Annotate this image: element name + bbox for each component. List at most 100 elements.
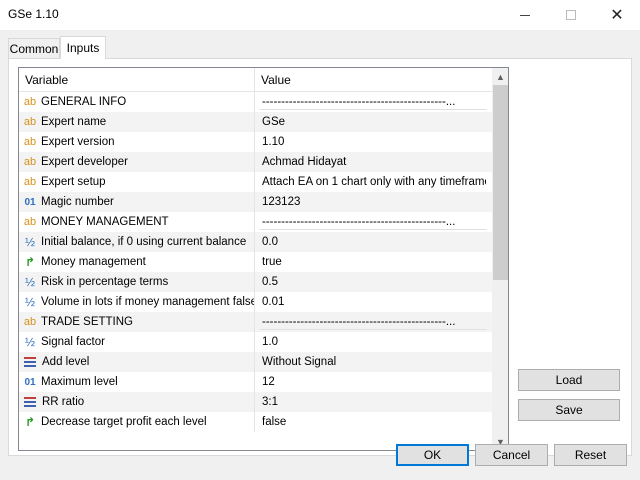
variable-label: Expert version	[41, 136, 115, 148]
scroll-thumb[interactable]	[493, 85, 508, 280]
reset-button[interactable]: Reset	[554, 444, 627, 466]
value-cell[interactable]: Without Signal	[255, 352, 492, 372]
value-text: 123123	[262, 196, 301, 208]
value-text: 1.10	[262, 136, 285, 148]
variable-cell: RR ratio	[19, 392, 255, 412]
variable-cell: ab Expert developer	[19, 152, 255, 172]
variable-label: Add level	[42, 356, 90, 368]
table-row[interactable]: ½ Initial balance, if 0 using current bal…	[19, 232, 492, 252]
variable-label: Expert setup	[41, 176, 106, 188]
close-button[interactable]: ✕	[594, 0, 640, 30]
value-text: 0.5	[262, 276, 278, 288]
value-text: Attach EA on 1 chart only with any timef…	[262, 176, 487, 188]
variable-cell: ab Expert version	[19, 132, 255, 152]
value-cell[interactable]: ----------------------------------------…	[255, 212, 492, 232]
table-row[interactable]: Add level Without Signal	[19, 352, 492, 372]
variable-cell: ab GENERAL INFO	[19, 92, 255, 112]
value-cell[interactable]: Attach EA on 1 chart only with any timef…	[255, 172, 492, 192]
minimize-icon	[520, 14, 530, 16]
tab-inputs-label: Inputs	[66, 41, 100, 55]
bool-type-icon: ↱	[24, 415, 36, 429]
variable-label: Maximum level	[41, 376, 118, 388]
string-type-icon: ab	[23, 156, 37, 168]
load-button[interactable]: Load	[518, 369, 620, 391]
save-button[interactable]: Save	[518, 399, 620, 421]
value-text: ----------------------------------------…	[259, 214, 487, 230]
chevron-up-icon: ▲	[496, 71, 505, 82]
vertical-scrollbar[interactable]: ▲ ▼	[492, 68, 508, 450]
variable-cell: ab Expert setup	[19, 172, 255, 192]
table-row[interactable]: 01 Maximum level 12	[19, 372, 492, 392]
value-text: 0.0	[262, 236, 278, 248]
table-row[interactable]: 01 Magic number 123123	[19, 192, 492, 212]
table-row[interactable]: ↱ Money management true	[19, 252, 492, 272]
table-row[interactable]: ½ Risk in percentage terms 0.5	[19, 272, 492, 292]
cancel-button[interactable]: Cancel	[475, 444, 548, 466]
table-row[interactable]: ½ Volume in lots if money management fals…	[19, 292, 492, 312]
string-type-icon: ab	[23, 176, 37, 188]
value-cell[interactable]: 0.01	[255, 292, 492, 312]
table-row[interactable]: RR ratio 3:1	[19, 392, 492, 412]
value-cell[interactable]: Achmad Hidayat	[255, 152, 492, 172]
list-header: Variable Value	[19, 68, 492, 92]
maximize-button[interactable]	[548, 0, 594, 30]
variable-cell: 01 Magic number	[19, 192, 255, 212]
variable-cell: ½ Signal factor	[19, 332, 255, 352]
value-cell[interactable]: 1.0	[255, 332, 492, 352]
variable-cell: ½ Initial balance, if 0 using current bal…	[19, 232, 255, 252]
value-cell[interactable]: ----------------------------------------…	[255, 92, 492, 112]
table-row[interactable]: ab MONEY MANAGEMENT ----------------------…	[19, 212, 492, 232]
tab-common[interactable]: Common	[8, 38, 60, 58]
variable-cell: ½ Volume in lots if money management fals…	[19, 292, 255, 312]
value-text: Without Signal	[262, 356, 337, 368]
string-type-icon: ab	[23, 136, 37, 148]
value-cell[interactable]: ----------------------------------------…	[255, 312, 492, 332]
inputs-list[interactable]: Variable Value ab GENERAL INFO -----------…	[18, 67, 509, 451]
value-cell[interactable]: true	[255, 252, 492, 272]
ok-button[interactable]: OK	[396, 444, 469, 466]
table-row[interactable]: ab GENERAL INFO --------------------------…	[19, 92, 492, 112]
variable-cell: ab MONEY MANAGEMENT	[19, 212, 255, 232]
variable-cell: ↱ Decrease target profit each level	[19, 412, 255, 432]
variable-label: MONEY MANAGEMENT	[41, 216, 169, 228]
value-cell[interactable]: GSe	[255, 112, 492, 132]
table-row[interactable]: ab Expert name GSe	[19, 112, 492, 132]
column-header-value[interactable]: Value	[255, 68, 492, 92]
value-text: Achmad Hidayat	[262, 156, 347, 168]
double-type-icon: ½	[24, 335, 35, 349]
value-text: false	[262, 416, 287, 428]
variable-label: Expert developer	[41, 156, 128, 168]
table-row[interactable]: ab Expert version 1.10	[19, 132, 492, 152]
value-cell[interactable]: 0.5	[255, 272, 492, 292]
value-cell[interactable]: 1.10	[255, 132, 492, 152]
value-text: ----------------------------------------…	[259, 94, 487, 110]
table-row[interactable]: ab Expert setup Attach EA on 1 chart only …	[19, 172, 492, 192]
variable-label: Initial balance, if 0 using current bala…	[41, 236, 247, 248]
variable-label: RR ratio	[42, 396, 85, 408]
value-text: 12	[262, 376, 275, 388]
value-cell[interactable]: 12	[255, 372, 492, 392]
value-cell[interactable]: 123123	[255, 192, 492, 212]
variable-label: Decrease target profit each level	[41, 416, 207, 428]
column-header-variable[interactable]: Variable	[19, 68, 255, 92]
enum-type-icon	[24, 397, 36, 407]
value-cell[interactable]: 0.0	[255, 232, 492, 252]
string-type-icon: ab	[23, 116, 37, 128]
table-row[interactable]: ab Expert developer Achmad Hidayat	[19, 152, 492, 172]
table-row[interactable]: ↱ Decrease target profit each level false	[19, 412, 492, 432]
table-row[interactable]: ab TRADE SETTING -------------------------…	[19, 312, 492, 332]
value-text: GSe	[262, 116, 286, 128]
variable-label: Magic number	[41, 196, 114, 208]
window-title: GSe 1.10	[8, 7, 59, 21]
list-rows: ab GENERAL INFO --------------------------…	[19, 92, 492, 432]
table-row[interactable]: ½ Signal factor 1.0	[19, 332, 492, 352]
integer-type-icon: 01	[24, 376, 36, 388]
value-cell[interactable]: 3:1	[255, 392, 492, 412]
variable-cell: ½ Risk in percentage terms	[19, 272, 255, 292]
tab-inputs[interactable]: Inputs	[60, 36, 106, 59]
string-type-icon: ab	[23, 216, 37, 228]
enum-type-icon	[24, 357, 36, 367]
scroll-up-button[interactable]: ▲	[492, 68, 508, 85]
minimize-button[interactable]	[502, 0, 548, 30]
value-cell[interactable]: false	[255, 412, 492, 432]
